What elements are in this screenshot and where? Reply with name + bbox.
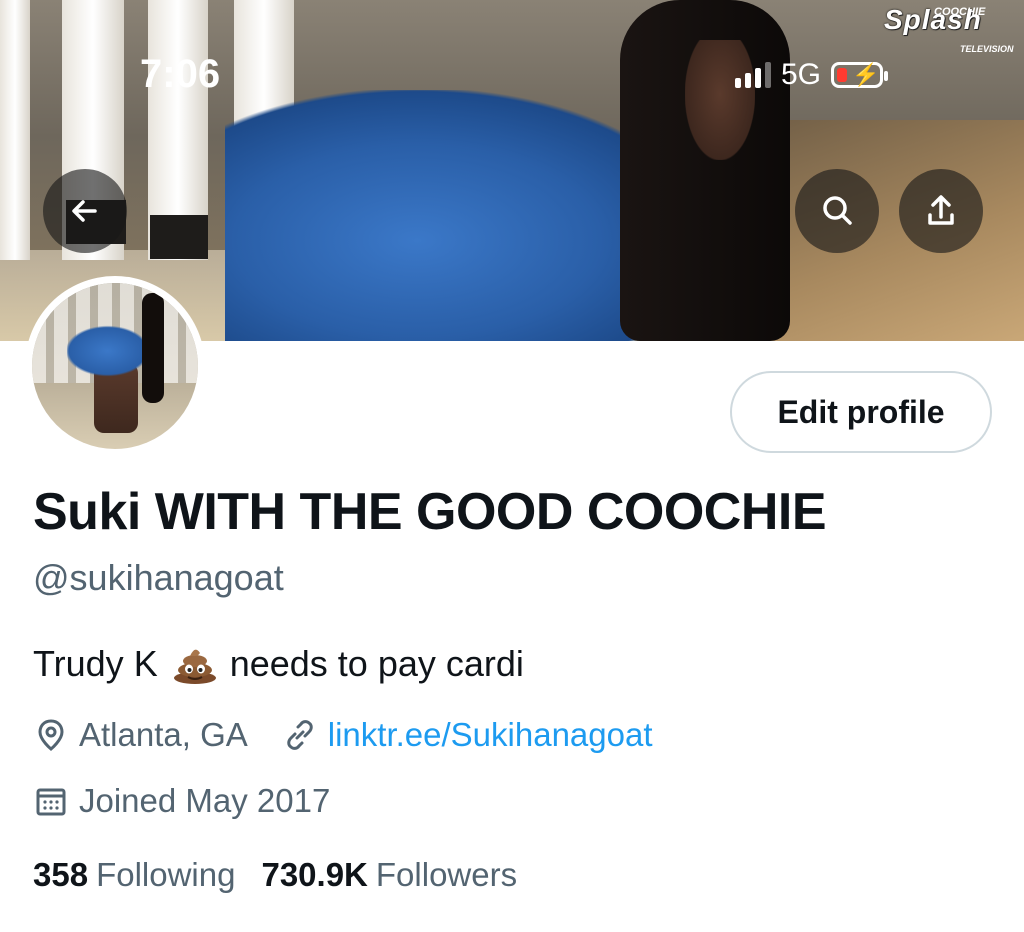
bio-text-end: needs to pay cardi: [229, 643, 524, 684]
share-icon: [928, 195, 954, 225]
edit-profile-button[interactable]: Edit profile: [730, 371, 992, 453]
arrow-left-icon: [72, 200, 97, 222]
back-button[interactable]: [43, 169, 127, 253]
network-type: 5G: [781, 58, 822, 91]
link-icon: [287, 720, 313, 750]
following-label: Following: [96, 856, 236, 893]
share-button[interactable]: [899, 169, 983, 253]
following-link[interactable]: 358 Following: [33, 856, 261, 894]
watermark-top-text: COOCHIE: [934, 6, 986, 18]
calendar-icon: [36, 788, 66, 816]
battery-charging-icon: ⚡: [831, 62, 889, 88]
pile-of-poo-icon: [172, 643, 218, 685]
search-icon: [823, 196, 852, 225]
joined-date: Joined May 2017: [79, 782, 331, 819]
location-text: Atlanta, GA: [79, 716, 248, 753]
splash-watermark-logo: COOCHIE Splash TELEVISION: [884, 4, 1014, 54]
location-pin-icon: [38, 719, 64, 751]
bio-text-start: Trudy K: [33, 643, 158, 684]
profile-meta-location-link: Atlanta, GA linktr.ee/Sukihanagoat: [33, 716, 653, 754]
status-indicators: 5G ⚡: [735, 58, 889, 92]
watermark-sub-text: TELEVISION: [960, 44, 1014, 54]
followers-label: Followers: [375, 856, 518, 893]
profile-website-link[interactable]: linktr.ee/Sukihanagoat: [328, 716, 653, 754]
banner-pillar: [0, 0, 30, 260]
profile-avatar[interactable]: [25, 276, 205, 456]
followers-count: 730.9K: [261, 856, 368, 893]
profile-bio: Trudy K needs to pay cardi: [33, 643, 524, 685]
status-time: 7:06: [140, 52, 221, 96]
user-handle: @sukihanagoat: [33, 557, 284, 598]
followers-link[interactable]: 730.9K Followers: [261, 856, 543, 894]
search-button[interactable]: [795, 169, 879, 253]
display-name: Suki WITH THE GOOD COOCHIE: [33, 483, 827, 541]
follow-stats: 358 Following 730.9K Followers: [33, 856, 543, 894]
following-count: 358: [33, 856, 89, 893]
avatar-image: [32, 283, 198, 449]
profile-meta-joined: Joined May 2017: [33, 782, 330, 820]
cellular-signal-icon: [735, 62, 771, 88]
banner-pillar-base: [150, 215, 208, 259]
